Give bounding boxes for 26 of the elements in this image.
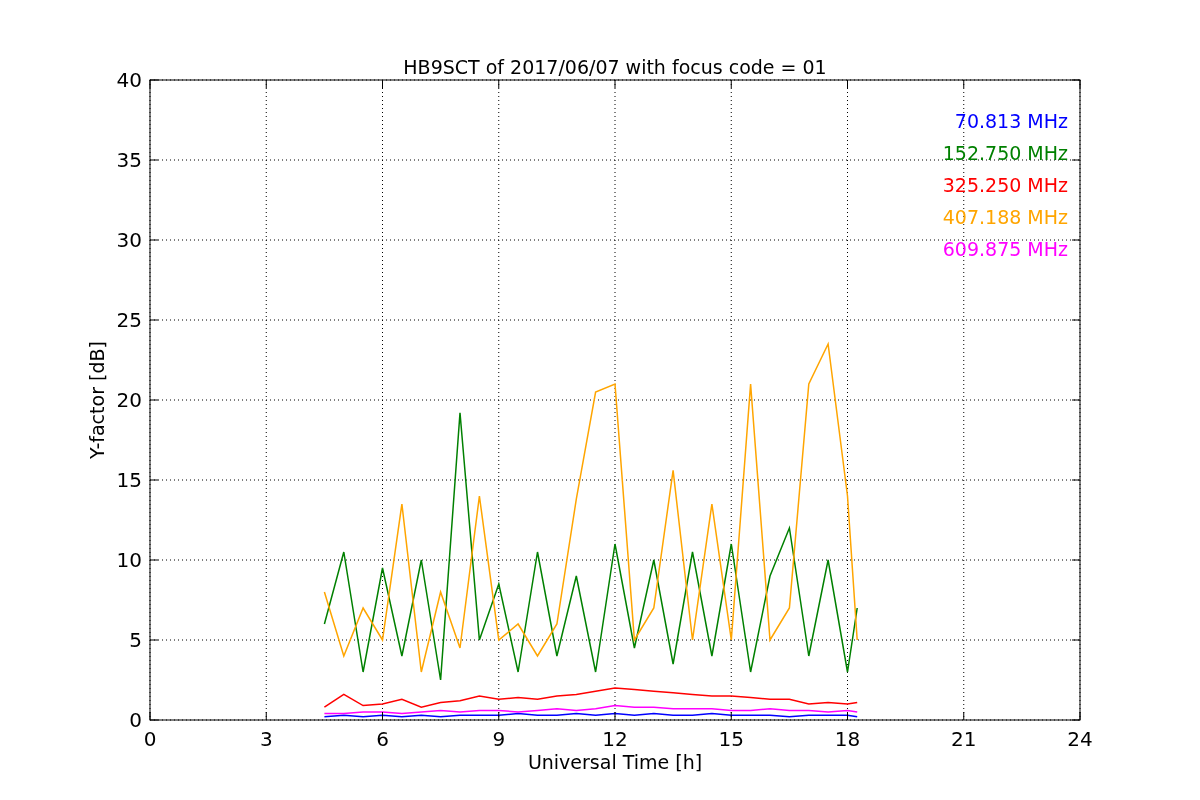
y-tick-label: 20: [116, 388, 142, 412]
x-axis-label: Universal Time [h]: [527, 751, 703, 773]
x-tick-label: 12: [602, 727, 628, 751]
x-tick-label: 6: [376, 727, 389, 751]
x-tick-label: 3: [259, 727, 273, 751]
x-tick-label: 24: [1067, 727, 1093, 751]
y-tick-label: 40: [116, 68, 142, 92]
legend-label: 609.875 MHz: [942, 238, 1068, 260]
x-tick-label: 9: [492, 727, 506, 751]
y-tick-label: 0: [129, 708, 142, 732]
y-tick-label: 35: [116, 148, 142, 172]
chart-title: HB9SCT of 2017/06/07 with focus code = 01: [403, 56, 827, 78]
y-tick-label: 5: [129, 628, 142, 652]
x-tick-label: 0: [143, 727, 157, 751]
y-tick-label: 25: [116, 308, 142, 332]
x-tick-label: 18: [834, 727, 861, 751]
legend-label: 407.188 MHz: [942, 206, 1068, 228]
legend-label: 70.813 MHz: [954, 110, 1068, 132]
y-tick-label: 15: [116, 468, 142, 492]
x-tick-label: 21: [951, 727, 977, 751]
x-tick-label: 15: [718, 727, 744, 751]
legend-label: 325.250 MHz: [942, 174, 1068, 196]
legend-label: 152.750 MHz: [942, 142, 1068, 164]
y-tick-label: 30: [116, 228, 142, 252]
y-axis-label: Y-factor [dB]: [86, 341, 108, 459]
y-tick-label: 10: [116, 548, 142, 572]
